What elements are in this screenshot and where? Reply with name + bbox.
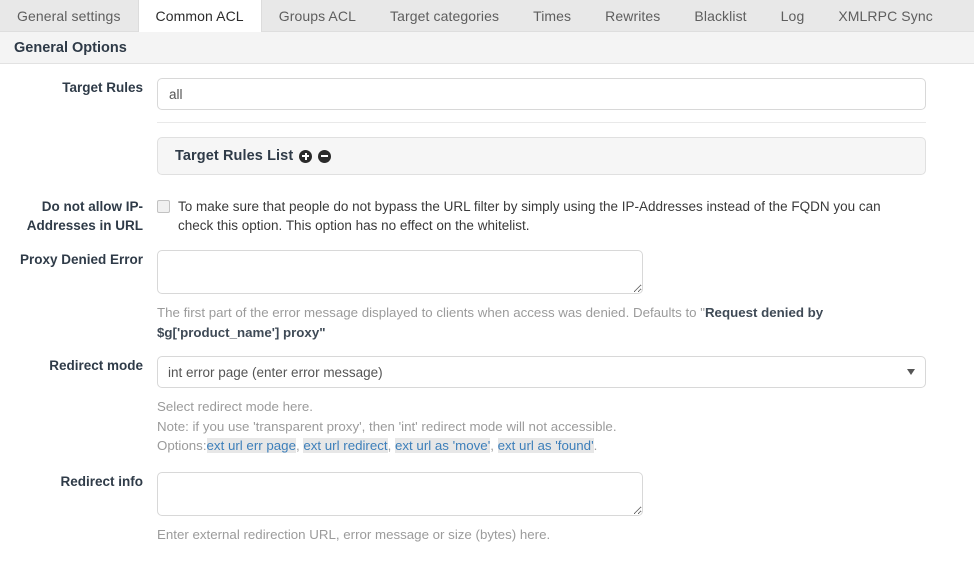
- plus-circle-icon[interactable]: [299, 149, 313, 163]
- deny-ip-description: To make sure that people do not bypass t…: [178, 199, 881, 233]
- redirect-mode-select[interactable]: int error page (enter error message): [157, 356, 926, 388]
- general-options-form: Target Rules Target Rules List Do not al…: [0, 64, 974, 544]
- tab-log[interactable]: Log: [764, 0, 822, 31]
- field-proxy-denied-error: The first part of the error message disp…: [157, 250, 974, 342]
- label-redirect-info: Redirect info: [60, 473, 143, 489]
- target-rules-list-title: Target Rules List: [175, 148, 294, 164]
- row-target-rules: Target Rules: [0, 78, 974, 137]
- option-link-ext-url-as-found[interactable]: ext url as 'found': [497, 438, 594, 453]
- redirect-mode-help-line3: Options:ext url err page, ext url redire…: [157, 436, 897, 456]
- redirect-mode-help: Select redirect mode here. Note: if you …: [157, 397, 897, 456]
- label-redirect-mode: Redirect mode: [49, 358, 143, 373]
- tab-target-categories[interactable]: Target categories: [373, 0, 516, 31]
- tab-rewrites[interactable]: Rewrites: [588, 0, 677, 31]
- minus-circle-icon[interactable]: [318, 149, 332, 163]
- options-suffix: .: [593, 438, 598, 453]
- field-target-rules-list: Target Rules List: [157, 137, 974, 175]
- label-proxy-denied-error: Proxy Denied Error: [19, 252, 143, 267]
- options-sep-2: ,: [387, 438, 395, 453]
- section-header-general-options: General Options: [0, 32, 974, 64]
- tab-xmlrpc-sync[interactable]: XMLRPC Sync: [821, 0, 949, 31]
- row-proxy-denied-error: Proxy Denied Error The first part of the…: [0, 250, 974, 342]
- tab-times[interactable]: Times: [516, 0, 588, 31]
- tab-common-acl[interactable]: Common ACL: [137, 0, 262, 32]
- redirect-info-help: Enter external redirection URL, error me…: [157, 526, 551, 542]
- field-deny-ip: To make sure that people do not bypass t…: [157, 197, 974, 235]
- section-title: General Options: [14, 39, 127, 56]
- proxy-denied-error-help: The first part of the error message disp…: [157, 303, 897, 342]
- option-link-ext-url-redirect[interactable]: ext url redirect: [303, 438, 388, 453]
- redirect-mode-help-line1: Select redirect mode here.: [157, 399, 313, 414]
- tab-blacklist[interactable]: Blacklist: [677, 0, 763, 31]
- row-deny-ip: Do not allow IP-Addresses in URL To make…: [0, 197, 974, 235]
- label-deny-ip: Do not allow IP-Addresses in URL: [26, 199, 143, 233]
- row-target-rules-list: Target Rules List: [0, 137, 974, 175]
- field-target-rules: [157, 78, 974, 137]
- proxy-denied-error-help-prefix: The first part of the error message disp…: [157, 305, 705, 320]
- deny-ip-checkbox[interactable]: [157, 200, 170, 213]
- redirect-mode-help-line2: Note: if you use 'transparent proxy', th…: [157, 418, 617, 434]
- options-prefix: Options:: [157, 438, 207, 453]
- target-rules-list-panel: Target Rules List: [157, 137, 926, 175]
- target-rules-input[interactable]: [157, 78, 926, 110]
- tab-bar: General settings Common ACL Groups ACL T…: [0, 0, 974, 32]
- proxy-denied-error-textarea[interactable]: [157, 250, 643, 294]
- row-redirect-mode: Redirect mode int error page (enter erro…: [0, 356, 974, 456]
- field-redirect-info: Enter external redirection URL, error me…: [157, 471, 974, 545]
- tab-general-settings[interactable]: General settings: [0, 0, 138, 31]
- field-redirect-mode: int error page (enter error message) Sel…: [157, 356, 974, 456]
- tab-groups-acl[interactable]: Groups ACL: [262, 0, 373, 31]
- options-sep-3: ,: [490, 438, 498, 453]
- proxy-denied-error-help-suffix: ": [319, 324, 326, 340]
- divider: [157, 122, 926, 123]
- option-link-ext-url-err-page[interactable]: ext url err page: [206, 438, 296, 453]
- redirect-info-textarea[interactable]: [157, 471, 643, 516]
- option-link-ext-url-as-move[interactable]: ext url as 'move': [395, 438, 491, 453]
- label-target-rules: Target Rules: [62, 80, 143, 95]
- row-redirect-info: Redirect info Enter external redirection…: [0, 471, 974, 545]
